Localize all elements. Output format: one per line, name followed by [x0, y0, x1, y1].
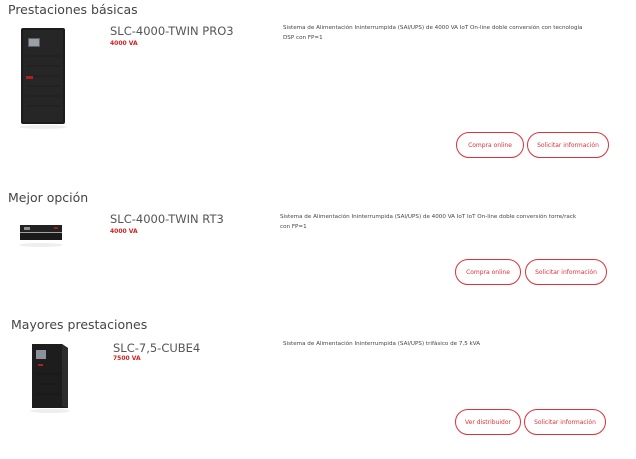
buy-online-button[interactable]: Compra online — [455, 259, 521, 285]
product-model[interactable]: SLC-7,5-CUBE4 — [113, 341, 200, 355]
request-info-button[interactable]: Solicitar información — [524, 409, 606, 435]
product-description: Sistema de Alimentación Ininterrumpida (… — [283, 25, 583, 41]
product-section-basic: Prestaciones básicas SLC-4000-TWIN PRO3 … — [0, 0, 636, 160]
product-power: 7500 VA — [113, 355, 141, 362]
product-image-twin-pro3[interactable] — [18, 26, 68, 130]
request-info-button[interactable]: Solicitar información — [527, 132, 609, 158]
product-section-premium: Mayores prestaciones SLC-7,5-CUBE4 7500 … — [0, 300, 636, 459]
product-image-twin-rt3[interactable] — [16, 219, 66, 249]
product-model[interactable]: SLC-4000-TWIN PRO3 — [110, 24, 234, 38]
view-distributor-button[interactable]: Ver distribuidor — [455, 409, 521, 435]
section-heading: Mayores prestaciones — [11, 317, 148, 332]
product-model[interactable]: SLC-4000-TWIN RT3 — [110, 212, 224, 226]
product-description: Sistema de Alimentación Ininterrumpida (… — [283, 341, 481, 347]
product-description: Sistema de Alimentación Ininterrumpida (… — [280, 214, 577, 230]
request-info-button[interactable]: Solicitar información — [525, 259, 607, 285]
buy-online-button[interactable]: Compra online — [456, 132, 524, 158]
section-heading: Mejor opción — [8, 190, 89, 205]
section-heading: Prestaciones básicas — [8, 2, 138, 17]
product-power: 4000 VA — [110, 228, 138, 235]
product-image-cube4[interactable] — [24, 340, 74, 414]
product-section-best: Mejor opción SLC-4000-TWIN RT3 4000 VA S… — [0, 160, 636, 300]
product-power: 4000 VA — [110, 40, 138, 47]
